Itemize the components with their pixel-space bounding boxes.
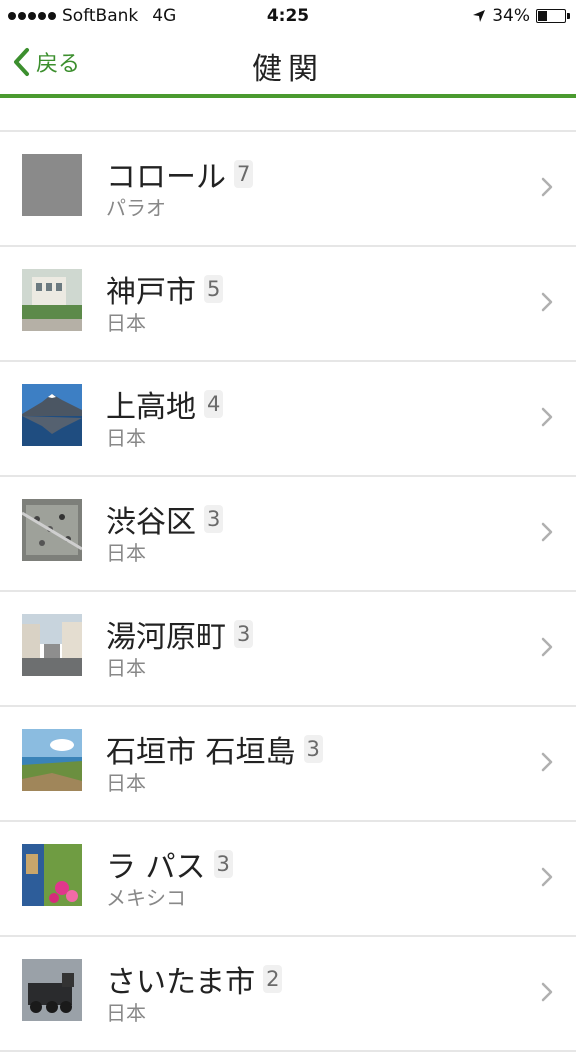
place-name: 石垣市 石垣島	[106, 735, 296, 770]
place-name: さいたま市	[106, 965, 256, 1000]
place-name: ラ パス	[106, 850, 206, 885]
chevron-right-icon	[541, 292, 553, 312]
place-thumbnail	[22, 384, 82, 446]
place-thumbnail	[22, 959, 82, 1021]
battery-fill	[538, 11, 547, 21]
place-name-line: コロール 7	[106, 152, 254, 196]
photo-count-badge: 3	[213, 850, 233, 878]
place-name-line: 渋谷区 3	[106, 497, 224, 541]
place-country: メキシコ	[106, 886, 186, 910]
place-name-line: ラ パス 3	[106, 842, 233, 886]
photo-count-badge: 5	[204, 275, 224, 303]
chevron-right-icon	[541, 982, 553, 1002]
list-top-spacer	[0, 98, 576, 132]
place-thumbnail	[22, 269, 82, 331]
chevron-right-icon	[541, 522, 553, 542]
place-country: 日本	[106, 426, 146, 450]
place-country: パラオ	[106, 196, 166, 220]
place-name: コロール	[106, 160, 226, 195]
place-row[interactable]: 上高地 4 日本	[0, 362, 576, 477]
battery-percent: 34%	[492, 6, 530, 26]
place-row[interactable]: 渋谷区 3 日本	[0, 477, 576, 592]
place-thumbnail	[22, 729, 82, 791]
place-name: 渋谷区	[106, 505, 196, 540]
place-thumbnail	[22, 844, 82, 906]
place-country: 日本	[106, 656, 146, 680]
photo-count-badge: 3	[303, 735, 323, 763]
battery-icon	[536, 9, 570, 23]
place-row[interactable]: 湯河原町 3 日本	[0, 592, 576, 707]
chevron-right-icon	[541, 177, 553, 197]
place-country: 日本	[106, 1001, 146, 1025]
place-row[interactable]: 石垣市 石垣島 3 日本	[0, 707, 576, 822]
place-name-line: 石垣市 石垣島 3	[106, 727, 323, 771]
place-row[interactable]: ラ パス 3 メキシコ	[0, 822, 576, 937]
place-name-line: 上高地 4	[106, 382, 224, 426]
location-arrow-icon	[473, 10, 486, 22]
chevron-right-icon	[541, 637, 553, 657]
page-title: 健関	[252, 52, 324, 87]
photo-count-badge: 3	[204, 505, 224, 533]
photo-count-badge: 3	[234, 620, 254, 648]
chevron-right-icon	[541, 407, 553, 427]
place-row[interactable]: コロール 7 パラオ	[0, 132, 576, 247]
place-thumbnail	[22, 614, 82, 676]
place-name-line: 神戸市 5	[106, 267, 224, 311]
place-country: 日本	[106, 771, 146, 795]
place-thumbnail	[22, 154, 82, 216]
photo-count-badge: 2	[263, 965, 283, 993]
place-row[interactable]: 神戸市 5 日本	[0, 247, 576, 362]
place-row[interactable]: さいたま市 2 日本	[0, 937, 576, 1052]
place-name-line: さいたま市 2	[106, 957, 283, 1001]
place-name: 上高地	[106, 390, 196, 425]
status-right: 34%	[472, 6, 570, 26]
place-name: 湯河原町	[106, 620, 226, 655]
chevron-right-icon	[541, 752, 553, 772]
place-thumbnail	[22, 499, 82, 561]
chevron-right-icon	[541, 867, 553, 887]
place-list[interactable]: コロール 7 パラオ 神戸市 5 日本 上高地 4 日本 渋谷区 3 日本 湯河…	[0, 98, 576, 1052]
place-name-line: 湯河原町 3	[106, 612, 254, 656]
photo-count-badge: 4	[204, 390, 224, 418]
navigation-bar: 戻る 健関	[0, 34, 576, 94]
place-name: 神戸市	[106, 275, 196, 310]
place-country: 日本	[106, 311, 146, 335]
place-country: 日本	[106, 541, 146, 565]
photo-count-badge: 7	[234, 160, 254, 188]
status-bar: SoftBank 4G 4:25 34%	[0, 0, 576, 34]
